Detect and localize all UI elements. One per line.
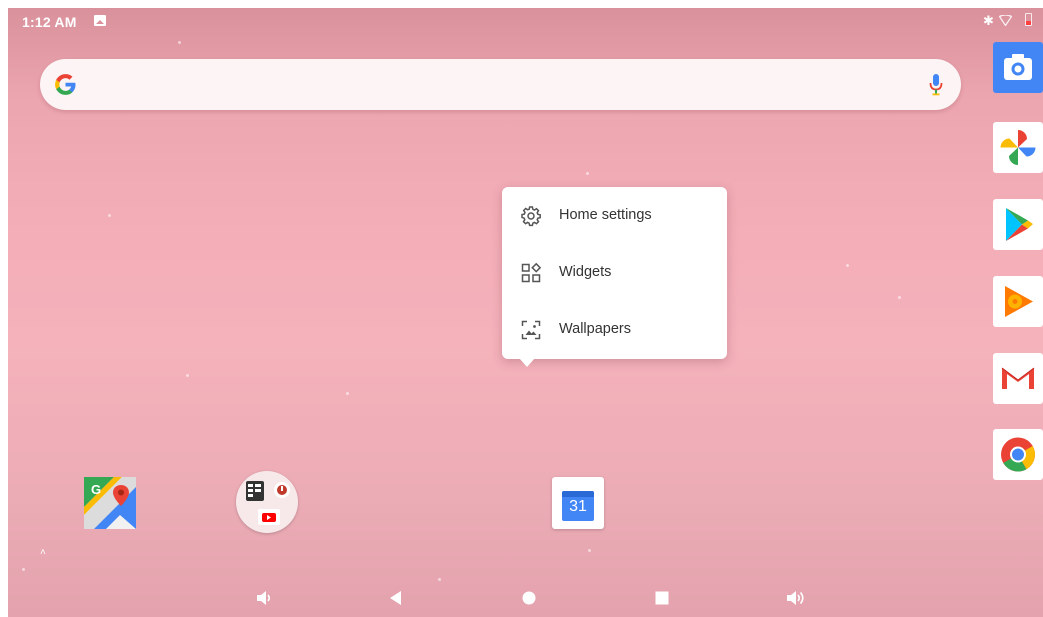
wallpaper-sparkle: [588, 549, 591, 552]
menu-item-widgets[interactable]: Widgets: [502, 244, 727, 301]
status-time: 1:12 AM: [22, 14, 77, 30]
home-options-menu: Home settings Widgets Wallpapers: [502, 187, 727, 367]
play-music-icon[interactable]: [993, 276, 1043, 327]
app-folder-icon[interactable]: [236, 471, 298, 533]
wallpaper-sparkle: [22, 568, 25, 571]
chevron-up-icon[interactable]: ˄: [40, 547, 50, 558]
google-g-icon: [55, 74, 76, 95]
volume-up-icon[interactable]: [784, 587, 806, 609]
wallpaper-sparkle: [898, 296, 901, 299]
mic-icon[interactable]: [927, 72, 945, 98]
wifi-icon: [999, 15, 1012, 26]
google-search-bar[interactable]: [40, 59, 961, 110]
wallpaper-sparkle: [108, 214, 111, 217]
calendar-icon[interactable]: 31: [552, 477, 604, 529]
back-icon[interactable]: [385, 587, 407, 609]
menu-item-label: Wallpapers: [559, 321, 631, 337]
gmail-icon[interactable]: [993, 353, 1043, 404]
battery-low-icon: [1025, 13, 1032, 26]
play-store-icon[interactable]: [993, 199, 1043, 250]
chrome-icon[interactable]: [993, 429, 1043, 480]
gear-icon: [521, 206, 541, 227]
photos-icon[interactable]: [993, 122, 1043, 173]
menu-item-label: Home settings: [559, 207, 652, 223]
menu-item-wallpapers[interactable]: Wallpapers: [502, 301, 727, 358]
image-notification-icon: [94, 15, 106, 26]
wallpapers-icon: [521, 320, 541, 340]
bluetooth-icon: ✱: [983, 13, 994, 28]
volume-down-icon[interactable]: [252, 587, 274, 609]
wallpaper-sparkle: [586, 172, 589, 175]
home-screen[interactable]: 1:12 AM ✱ Home settings Widgets Wallpape…: [8, 8, 1043, 617]
navigation-bar: [8, 578, 1043, 617]
camera-icon[interactable]: [993, 42, 1043, 93]
calendar-day-number: 31: [562, 491, 594, 521]
wallpaper-sparkle: [846, 264, 849, 267]
wallpaper-sparkle: [346, 392, 349, 395]
popup-pointer: [519, 358, 535, 367]
home-icon[interactable]: [518, 587, 540, 609]
svg-text:G: G: [91, 482, 101, 497]
google-maps-icon[interactable]: G: [84, 477, 136, 529]
recents-icon[interactable]: [651, 587, 673, 609]
menu-item-label: Widgets: [559, 264, 612, 280]
wallpaper-sparkle: [178, 41, 181, 44]
menu-item-home-settings[interactable]: Home settings: [502, 187, 727, 244]
widgets-icon: [521, 262, 542, 283]
wallpaper-sparkle: [186, 374, 189, 377]
status-bar: 1:12 AM ✱: [8, 8, 1043, 34]
